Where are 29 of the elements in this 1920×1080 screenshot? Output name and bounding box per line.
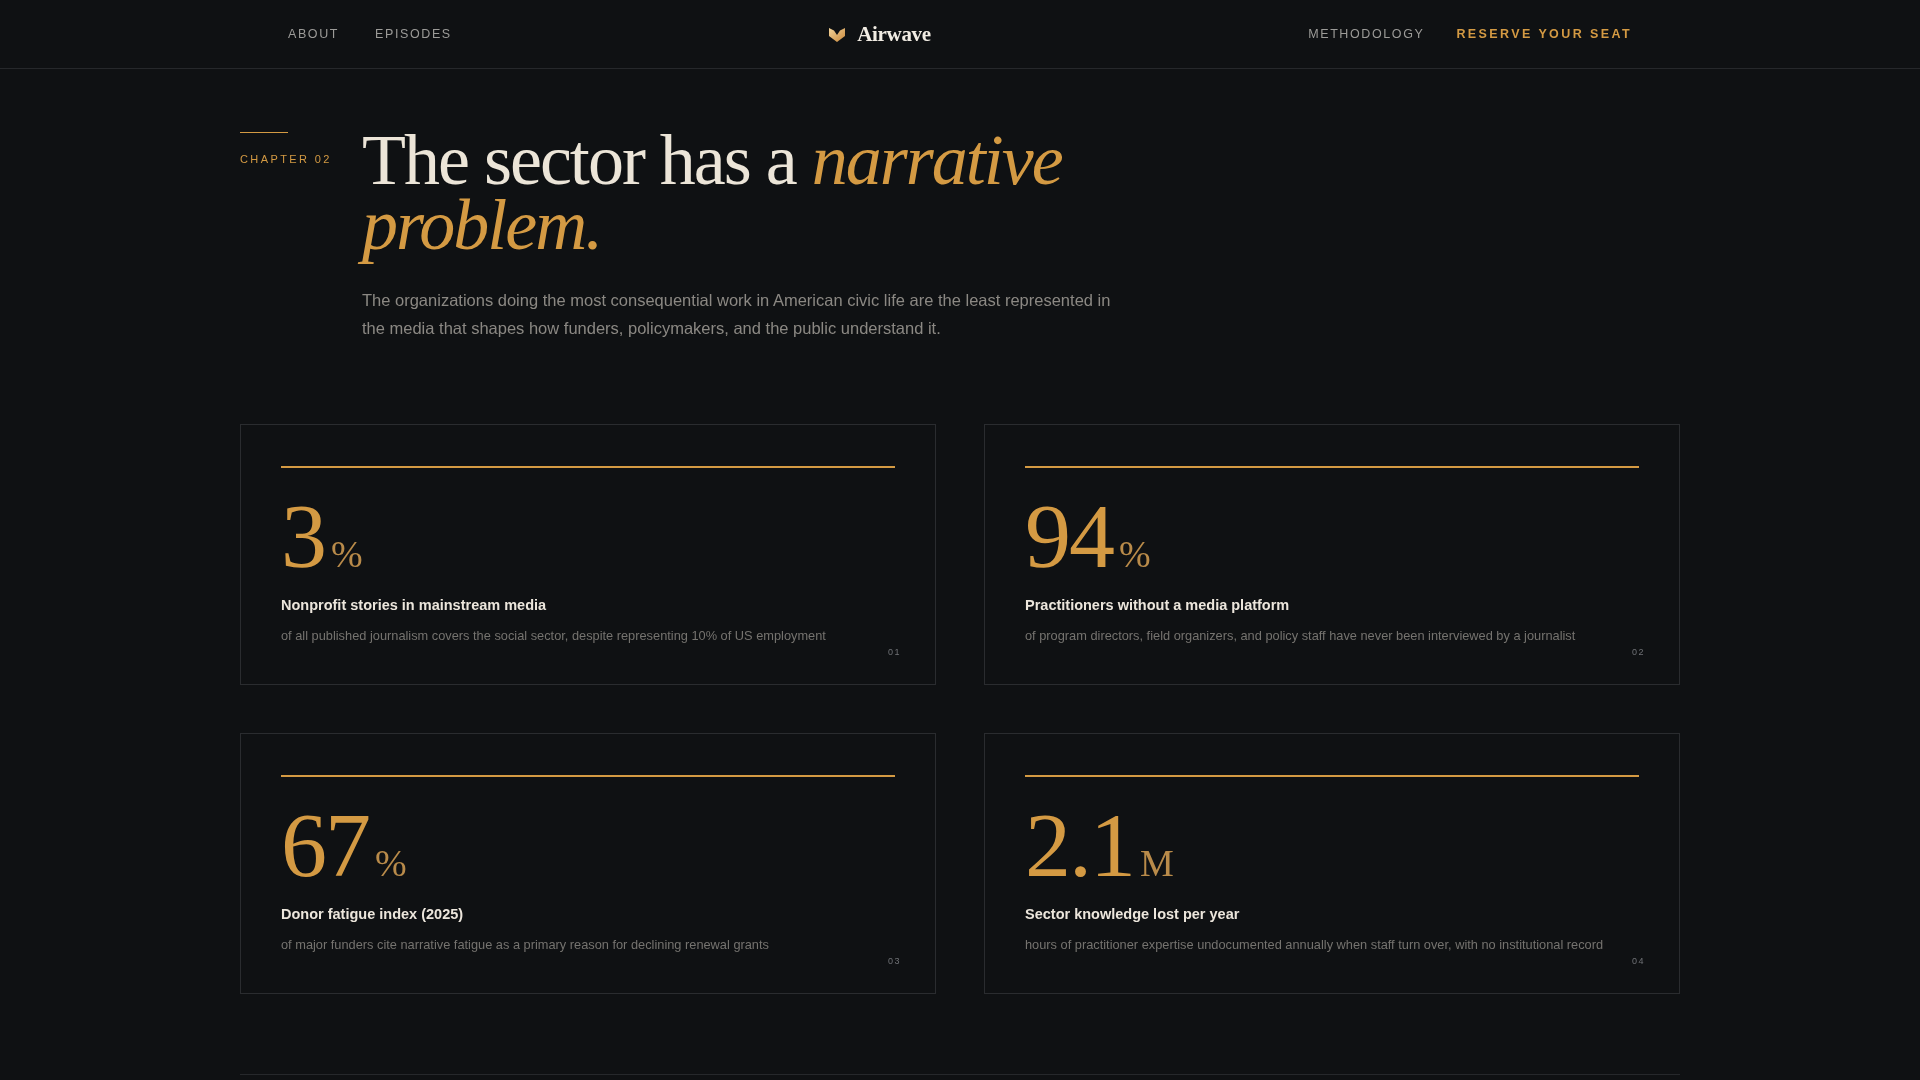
stat-value: 67	[281, 799, 369, 891]
stat-unit: %	[1119, 535, 1151, 573]
stat-unit: %	[375, 844, 407, 882]
brand-name[interactable]: Airwave	[857, 21, 931, 47]
intro-text: The organizations doing the most consequential work in American civic life are the least represented in the media that shapes how funders, policymakers, and the public understand it.	[362, 290, 1112, 339]
stat-index: 04	[1632, 956, 1645, 967]
stat-title: Practitioners without a media platform	[1025, 596, 1291, 615]
stat-unit: %	[331, 535, 363, 573]
stat-description: of all published journalism covers the social sector, despite representing 10% of US employment	[281, 627, 827, 645]
logo-icon	[829, 26, 846, 42]
page-heading: The sector has a narrative problem.	[356, 118, 1116, 274]
chapter-label: CHAPTER 02	[240, 153, 332, 165]
stat-value: 3	[281, 490, 325, 582]
nav-link[interactable]: EPISODES	[375, 27, 452, 41]
stat-value: 2.1	[1025, 799, 1134, 891]
stat-index: 01	[888, 647, 901, 658]
nav-link[interactable]: ABOUT	[288, 27, 340, 41]
nav-link[interactable]: METHODOLOGY	[1308, 27, 1425, 41]
stat-value: 94	[1025, 490, 1113, 582]
stat-title: Sector knowledge lost per year	[1025, 905, 1241, 924]
reserve-link[interactable]: RESERVE YOUR SEAT	[1456, 27, 1632, 41]
stat-description: of major funders cite narrative fatigue as a primary reason for declining renewal grants	[281, 936, 770, 954]
stat-title: Nonprofit stories in mainstream media	[281, 596, 548, 615]
stat-unit: M	[1140, 844, 1174, 882]
stat-description: hours of practitioner expertise undocumented annually when staff turn over, with no institutional record	[1025, 936, 1605, 954]
stat-title: Donor fatigue index (2025)	[281, 905, 465, 924]
stat-index: 03	[888, 956, 901, 967]
stat-description: of program directors, field organizers, and policy staff have never been interviewed by a journalist	[1025, 627, 1577, 645]
stat-index: 02	[1632, 647, 1645, 658]
